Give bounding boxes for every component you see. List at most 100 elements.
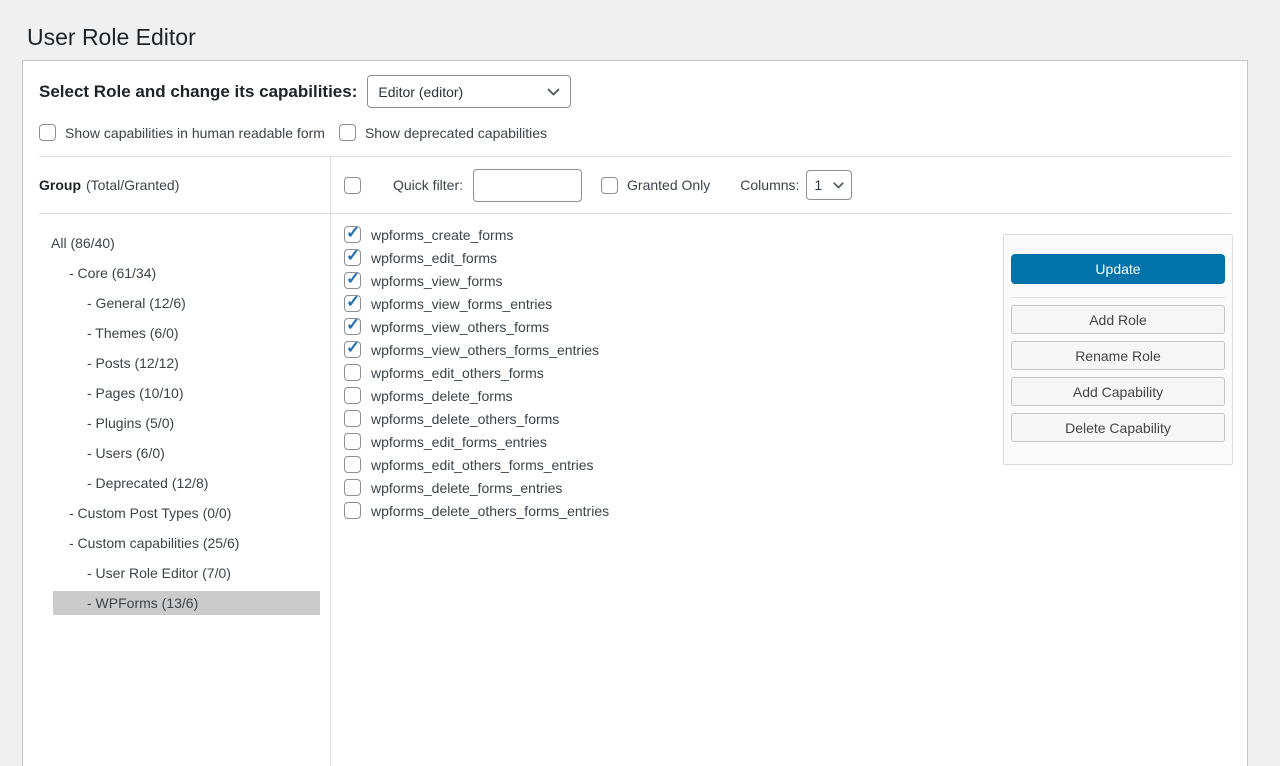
page-title: User Role Editor [27,24,1280,51]
role-select[interactable]: Editor (editor) [367,75,571,108]
group-label: - Users (6/0) [87,445,165,461]
granted-only-checkbox[interactable] [601,177,618,194]
columns-select-value: 1 [814,177,822,193]
capability-name: wpforms_view_others_forms_entries [371,342,599,358]
capability-name: wpforms_delete_others_forms [371,411,559,427]
group-tree-item[interactable]: - WPForms (13/6) [53,591,320,615]
group-tree: All (86/40) - Core (61/34) - General (12… [23,214,331,766]
group-label: - Deprecated (12/8) [87,475,208,491]
quick-filter-input[interactable] [473,169,582,202]
capability-checkbox[interactable] [344,433,361,450]
add-capability-button[interactable]: Add Capability [1011,377,1225,406]
group-label: - Posts (12/12) [87,355,179,371]
role-selector-row: Select Role and change its capabilities:… [23,61,1247,108]
group-label: - General (12/6) [87,295,186,311]
group-tree-item[interactable]: - Pages (10/10) [23,378,330,408]
capability-name: wpforms_edit_others_forms_entries [371,457,594,473]
deprecated-checkbox[interactable] [339,124,356,141]
group-label: - Pages (10/10) [87,385,184,401]
capability-checkbox[interactable] [344,502,361,519]
capability-checkbox[interactable] [344,249,361,266]
group-tree-item[interactable]: - Custom Post Types (0/0) [23,498,330,528]
human-readable-option[interactable]: Show capabilities in human readable form [39,124,325,141]
filter-bar: Quick filter: Granted Only Columns: 1 [331,157,1247,213]
capability-checkbox[interactable] [344,456,361,473]
list-header-row: Group (Total/Granted) Quick filter: Gran… [23,157,1247,213]
capability-checkbox[interactable] [344,410,361,427]
capability-row: wpforms_view_forms_entries [344,295,1003,312]
capability-row: wpforms_create_forms [344,226,1003,243]
group-label: - Core (61/34) [69,265,156,281]
capability-name: wpforms_delete_forms_entries [371,480,562,496]
group-label: All (86/40) [51,235,115,251]
group-column-header: Group (Total/Granted) [23,157,331,213]
group-tree-item[interactable]: - General (12/6) [23,288,330,318]
group-label: - Themes (6/0) [87,325,179,341]
capability-name: wpforms_delete_others_forms_entries [371,503,609,519]
chevron-down-icon [833,182,844,189]
group-label: - WPForms (13/6) [87,595,198,611]
capability-row: wpforms_delete_others_forms [344,410,1003,427]
group-header-suffix: (Total/Granted) [86,177,179,193]
main-content-row: All (86/40) - Core (61/34) - General (12… [23,214,1247,766]
group-label: - Plugins (5/0) [87,415,174,431]
group-tree-item[interactable]: - User Role Editor (7/0) [23,558,330,588]
group-tree-item[interactable]: - Themes (6/0) [23,318,330,348]
columns-label: Columns: [740,177,799,193]
capability-checkbox[interactable] [344,318,361,335]
role-select-value: Editor (editor) [378,84,463,100]
capability-name: wpforms_edit_forms [371,250,497,266]
human-readable-checkbox[interactable] [39,124,56,141]
group-tree-item[interactable]: - Posts (12/12) [23,348,330,378]
capability-checkbox[interactable] [344,387,361,404]
capability-checkbox[interactable] [344,295,361,312]
separator [1011,297,1225,298]
capability-row: wpforms_view_others_forms_entries [344,341,1003,358]
actions-panel: Update Add Role Rename Role Add Capabili… [1003,234,1233,465]
group-label: - Custom Post Types (0/0) [69,505,231,521]
capability-row: wpforms_edit_forms_entries [344,433,1003,450]
capability-checkbox[interactable] [344,272,361,289]
capability-row: wpforms_view_others_forms [344,318,1003,335]
capability-row: wpforms_edit_others_forms_entries [344,456,1003,473]
options-row: Show capabilities in human readable form… [23,108,1247,156]
group-label: - Custom capabilities (25/6) [69,535,239,551]
rename-role-button[interactable]: Rename Role [1011,341,1225,370]
capability-name: wpforms_view_forms_entries [371,296,552,312]
capability-name: wpforms_edit_forms_entries [371,434,547,450]
deprecated-label: Show deprecated capabilities [365,125,547,141]
select-all-checkbox[interactable] [344,177,361,194]
deprecated-option[interactable]: Show deprecated capabilities [339,124,547,141]
capability-row: wpforms_delete_forms [344,387,1003,404]
granted-only-label: Granted Only [627,177,710,193]
human-readable-label: Show capabilities in human readable form [65,125,325,141]
capability-name: wpforms_create_forms [371,227,513,243]
capability-checkbox[interactable] [344,226,361,243]
group-tree-item[interactable]: - Core (61/34) [23,258,330,288]
group-tree-item[interactable]: All (86/40) [23,228,330,258]
group-tree-item[interactable]: - Users (6/0) [23,438,330,468]
capability-name: wpforms_view_forms [371,273,502,289]
capability-row: wpforms_view_forms [344,272,1003,289]
chevron-down-icon [547,88,560,96]
capability-checkbox[interactable] [344,479,361,496]
group-tree-item[interactable]: - Custom capabilities (25/6) [23,528,330,558]
group-header-title: Group [39,177,81,193]
capability-checkbox[interactable] [344,364,361,381]
update-button[interactable]: Update [1011,254,1225,284]
capabilities-list: wpforms_create_forms wpforms_edit_forms … [331,214,1003,525]
quick-filter-label: Quick filter: [393,177,463,193]
group-tree-item[interactable]: - Plugins (5/0) [23,408,330,438]
add-role-button[interactable]: Add Role [1011,305,1225,334]
delete-capability-button[interactable]: Delete Capability [1011,413,1225,442]
columns-select[interactable]: 1 [806,170,852,200]
select-role-label: Select Role and change its capabilities: [39,82,357,102]
capability-name: wpforms_view_others_forms [371,319,549,335]
capability-name: wpforms_edit_others_forms [371,365,544,381]
group-label: - User Role Editor (7/0) [87,565,231,581]
capability-checkbox[interactable] [344,341,361,358]
capability-row: wpforms_delete_forms_entries [344,479,1003,496]
capability-row: wpforms_delete_others_forms_entries [344,502,1003,519]
group-tree-item[interactable]: - Deprecated (12/8) [23,468,330,498]
capability-row: wpforms_edit_forms [344,249,1003,266]
